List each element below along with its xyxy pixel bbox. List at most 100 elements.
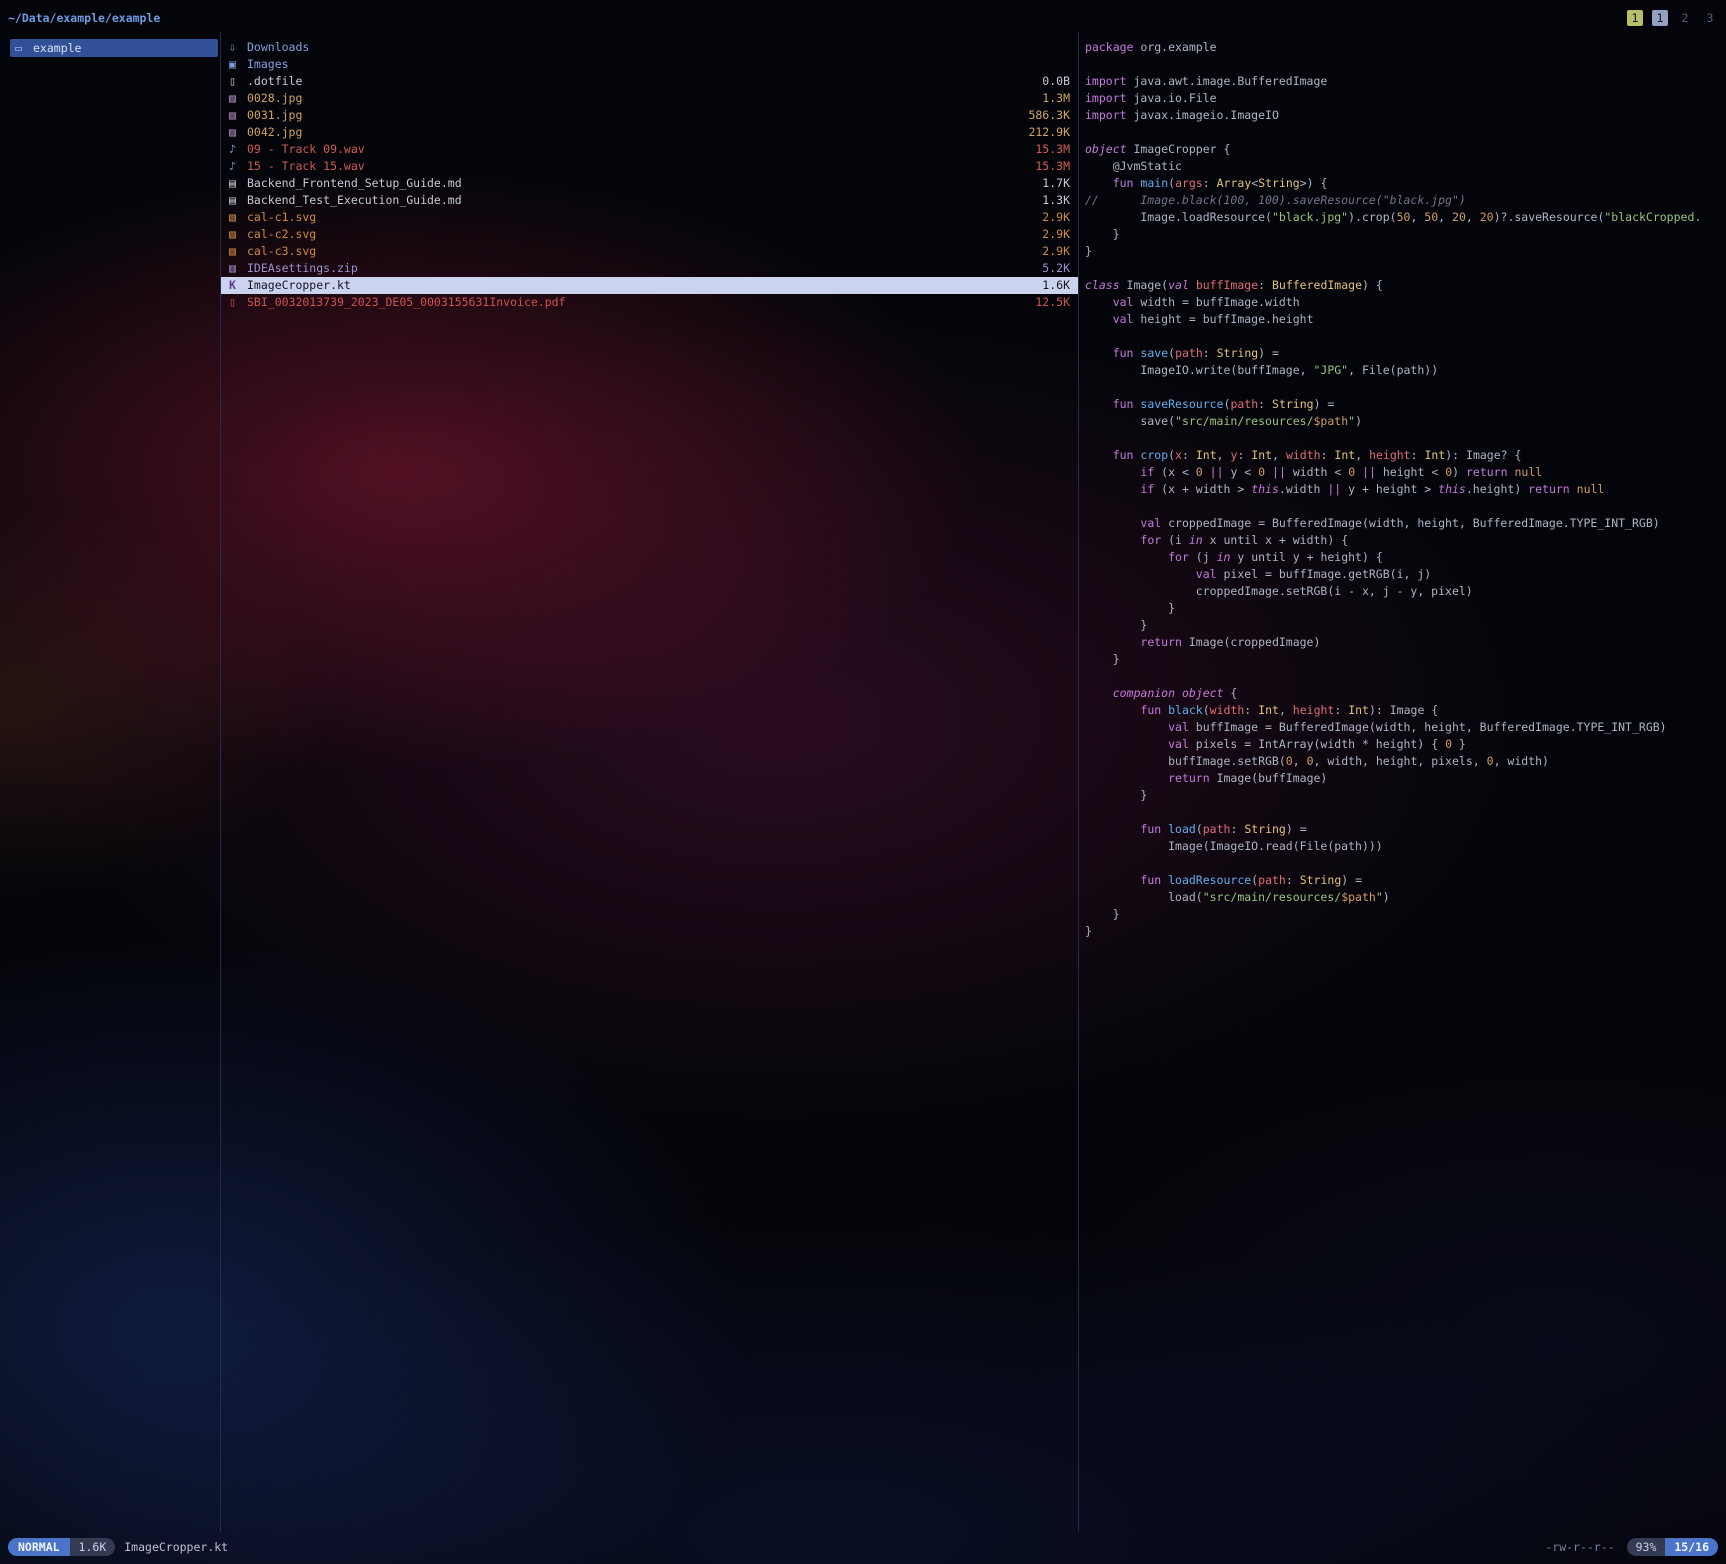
parent-panel: ▭example [8,32,221,1532]
image-file-icon: ▨ [229,107,247,124]
code-line: for (i in x until x + width) { [1085,532,1718,549]
folder-icon: ▭ [15,39,33,57]
code-line: } [1085,243,1718,260]
code-line: } [1085,923,1718,940]
file-row[interactable]: KImageCropper.kt1.6K [221,277,1078,294]
file-row[interactable]: ▨0028.jpg1.3M [221,90,1078,107]
image-file-icon: ▨ [229,124,247,141]
code-line: companion object { [1085,685,1718,702]
code-line: Image(ImageIO.read(File(path))) [1085,838,1718,855]
file-row[interactable]: ⇩Downloads [221,39,1078,56]
file-row[interactable]: ♪15 - Track 15.wav15.3M [221,158,1078,175]
file-size: 1.7K [1042,175,1070,192]
file-name: .dotfile [247,73,1034,90]
code-line [1085,328,1718,345]
file-name: SBI_0032013739_2023_DE05_0003155631Invoi… [247,294,1027,311]
preview-panel: package org.example import java.awt.imag… [1079,32,1718,1532]
file-size: 1.3M [1042,90,1070,107]
images-folder-icon: ▣ [229,56,247,73]
file-name: 0028.jpg [247,90,1034,107]
scroll-percent-badge: 93% [1627,1538,1666,1556]
code-line [1085,498,1718,515]
code-line: val buffImage = BufferedImage(width, hei… [1085,719,1718,736]
code-line [1085,124,1718,141]
code-line: Image.loadResource("black.jpg").crop(50,… [1085,209,1718,226]
file-row[interactable]: ▥IDEAsettings.zip5.2K [221,260,1078,277]
code-line: } [1085,617,1718,634]
file-name: cal-c2.svg [247,226,1034,243]
audio-file-icon: ♪ [229,141,247,158]
file-row[interactable]: ▯.dotfile 0.0B [221,73,1078,90]
tab-3[interactable]: 3 [1702,10,1718,26]
code-line: } [1085,787,1718,804]
code-line: val pixel = buffImage.getRGB(i, j) [1085,566,1718,583]
file-name: cal-c3.svg [247,243,1034,260]
pdf-file-icon: ▯ [229,294,247,311]
file-row[interactable]: ▨0042.jpg212.9K [221,124,1078,141]
file-row[interactable]: ▤Backend_Frontend_Setup_Guide.md1.7K [221,175,1078,192]
file-name: 15 - Track 15.wav [247,158,1027,175]
code-line: return Image(buffImage) [1085,770,1718,787]
code-line: import java.io.File [1085,90,1718,107]
code-line: load("src/main/resources/$path") [1085,889,1718,906]
file-size: 1.6K [1042,277,1070,294]
header: ~/Data/example/example 1123 [8,6,1718,30]
tab-2[interactable]: 2 [1677,10,1693,26]
status-filename: ImageCropper.kt [124,1540,228,1554]
breadcrumb-path: ~/Data/example/example [8,11,160,25]
code-line: if (x < 0 || y < 0 || width < 0 || heigh… [1085,464,1718,481]
code-line [1085,260,1718,277]
parent-dir-row[interactable]: ▭example [10,39,218,57]
file-name: Images [247,56,1062,73]
main: ▭example ⇩Downloads▣Images▯.dotfile0.0B▨… [8,32,1718,1532]
file-name: Backend_Test_Execution_Guide.md [247,192,1034,209]
file-row[interactable]: ▣Images [221,56,1078,73]
file-row[interactable]: ▯SBI_0032013739_2023_DE05_0003155631Invo… [221,294,1078,311]
code-line: buffImage.setRGB(0, 0, width, height, pi… [1085,753,1718,770]
file-name: ImageCropper.kt [247,277,1034,294]
status-right: -rw-r--r-- 93% 15/16 [1545,1538,1718,1556]
file-row[interactable]: ▧cal-c3.svg2.9K [221,243,1078,260]
code-line [1085,379,1718,396]
code-line: val height = buffImage.height [1085,311,1718,328]
file-size: 586.3K [1028,107,1070,124]
file-name: 0031.jpg [247,107,1020,124]
file-name: 09 - Track 09.wav [247,141,1027,158]
code-line: // Image.black(100, 100).saveResource("b… [1085,192,1718,209]
code-line: fun saveResource(path: String) = [1085,396,1718,413]
code-line: } [1085,906,1718,923]
code-line: @JvmStatic [1085,158,1718,175]
permissions-text: -rw-r--r-- [1545,1540,1614,1554]
indicator-badge[interactable]: 1 [1627,10,1643,26]
svg-file-icon: ▧ [229,226,247,243]
file-name: cal-c1.svg [247,209,1034,226]
svg-file-icon: ▧ [229,243,247,260]
code-line: package org.example [1085,39,1718,56]
code-line: class Image(val buffImage: BufferedImage… [1085,277,1718,294]
file-icon: ▯ [229,73,247,90]
code-line: } [1085,600,1718,617]
markdown-file-icon: ▤ [229,175,247,192]
file-size: 12.5K [1035,294,1070,311]
code-line: } [1085,226,1718,243]
file-row[interactable]: ♪09 - Track 09.wav15.3M [221,141,1078,158]
terminal-file-manager: ~/Data/example/example 1123 ▭example ⇩Do… [0,0,1726,1564]
code-line: fun crop(x: Int, y: Int, width: Int, hei… [1085,447,1718,464]
file-row[interactable]: ▤Backend_Test_Execution_Guide.md1.3K [221,192,1078,209]
file-row[interactable]: ▧cal-c2.svg2.9K [221,226,1078,243]
file-row[interactable]: ▨0031.jpg 586.3K [221,107,1078,124]
file-row[interactable]: ▧cal-c1.svg2.9K [221,209,1078,226]
code-line: for (j in y until y + height) { [1085,549,1718,566]
code-line: croppedImage.setRGB(i - x, j - y, pixel) [1085,583,1718,600]
code-line: } [1085,651,1718,668]
tab-1[interactable]: 1 [1652,10,1668,26]
code-line: val croppedImage = BufferedImage(width, … [1085,515,1718,532]
markdown-file-icon: ▤ [229,192,247,209]
file-size: 5.2K [1042,260,1070,277]
code-line [1085,855,1718,872]
file-size: 0.0B [1042,73,1070,90]
code-line [1085,56,1718,73]
code-line: fun black(width: Int, height: Int): Imag… [1085,702,1718,719]
code-line: object ImageCropper { [1085,141,1718,158]
file-name: 0042.jpg [247,124,1020,141]
